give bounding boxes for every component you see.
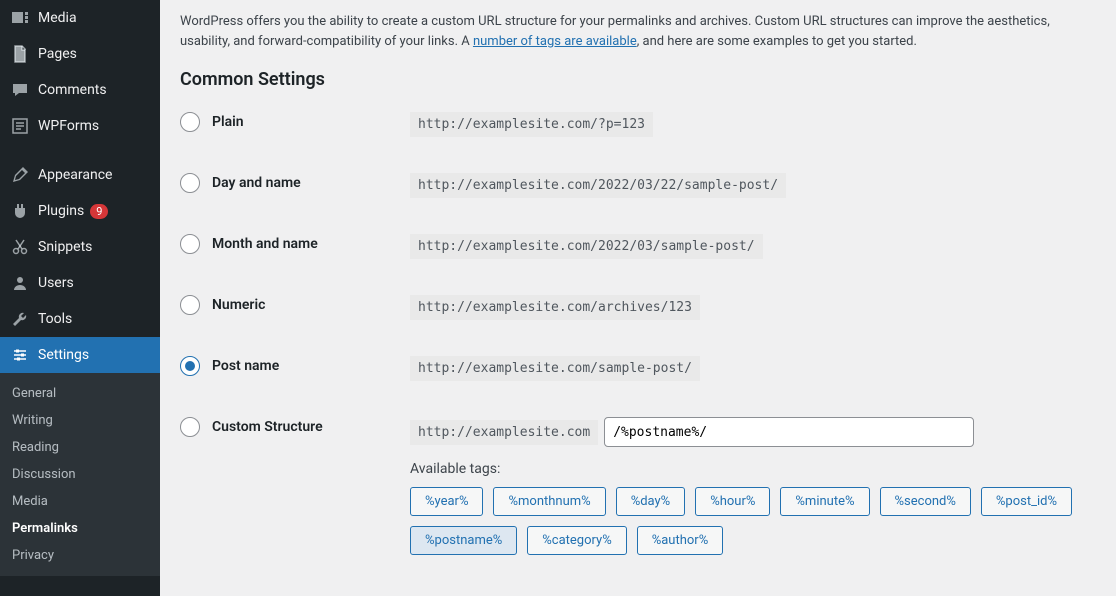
users-icon <box>10 273 30 293</box>
menu-label: Pages <box>38 46 77 62</box>
sidebar-item-users[interactable]: Users <box>0 265 160 301</box>
sidebar-item-comments[interactable]: Comments <box>0 72 160 108</box>
tag-day[interactable]: %day% <box>616 487 686 516</box>
admin-sidebar: Media Pages Comments WPForms Appearance … <box>0 0 160 596</box>
tag-minute[interactable]: %minute% <box>780 487 869 516</box>
sidebar-item-settings[interactable]: Settings <box>0 337 160 373</box>
sidebar-item-appearance[interactable]: Appearance <box>0 156 160 193</box>
tag-year[interactable]: %year% <box>410 487 483 516</box>
submenu-media[interactable]: Media <box>0 488 160 515</box>
tag-post-id[interactable]: %post_id% <box>981 487 1072 516</box>
radio-plain[interactable] <box>180 112 200 132</box>
comments-icon <box>10 80 30 100</box>
sidebar-item-plugins[interactable]: Plugins 9 <box>0 193 160 229</box>
option-label-month-name: Month and name <box>212 236 318 252</box>
sidebar-item-tools[interactable]: Tools <box>0 301 160 337</box>
menu-label: Media <box>38 10 77 26</box>
wpforms-icon <box>10 116 30 136</box>
tags-help-link[interactable]: number of tags are available <box>473 34 637 49</box>
tag-second[interactable]: %second% <box>880 487 971 516</box>
option-label-day-name: Day and name <box>212 175 301 191</box>
settings-submenu: General Writing Reading Discussion Media… <box>0 373 160 576</box>
common-settings-heading: Common Settings <box>180 69 1096 90</box>
tag-monthnum[interactable]: %monthnum% <box>493 487 605 516</box>
menu-label: Users <box>38 275 74 291</box>
option-label-numeric: Numeric <box>212 297 265 313</box>
tag-postname[interactable]: %postname% <box>410 526 517 555</box>
pages-icon <box>10 44 30 64</box>
custom-structure-input[interactable] <box>604 417 974 447</box>
option-label-custom: Custom Structure <box>212 419 323 435</box>
menu-label: Settings <box>38 347 89 363</box>
menu-label: Appearance <box>38 167 112 183</box>
menu-label: WPForms <box>38 118 99 134</box>
example-day-name: http://examplesite.com/2022/03/22/sample… <box>410 173 786 198</box>
sidebar-item-snippets[interactable]: Snippets <box>0 229 160 265</box>
page-description: WordPress offers you the ability to crea… <box>180 12 1096 51</box>
plugins-icon <box>10 201 30 221</box>
example-numeric: http://examplesite.com/archives/123 <box>410 295 700 320</box>
tag-category[interactable]: %category% <box>527 526 626 555</box>
menu-label: Plugins <box>38 203 84 219</box>
available-tags: %year% %monthnum% %day% %hour% %minute% … <box>410 487 1096 555</box>
submenu-privacy[interactable]: Privacy <box>0 542 160 569</box>
plugins-update-badge: 9 <box>90 204 108 219</box>
sidebar-item-wpforms[interactable]: WPForms <box>0 108 160 144</box>
submenu-general[interactable]: General <box>0 380 160 407</box>
settings-icon <box>10 345 30 365</box>
appearance-icon <box>10 165 30 185</box>
radio-post-name[interactable] <box>180 356 200 376</box>
sidebar-item-pages[interactable]: Pages <box>0 36 160 72</box>
main-content: WordPress offers you the ability to crea… <box>160 0 1116 596</box>
option-label-post-name: Post name <box>212 358 279 374</box>
menu-label: Snippets <box>38 239 92 255</box>
radio-day-name[interactable] <box>180 173 200 193</box>
available-tags-label: Available tags: <box>410 461 1096 477</box>
submenu-writing[interactable]: Writing <box>0 407 160 434</box>
example-plain: http://examplesite.com/?p=123 <box>410 112 653 137</box>
tag-author[interactable]: %author% <box>637 526 724 555</box>
snippets-icon <box>10 237 30 257</box>
submenu-reading[interactable]: Reading <box>0 434 160 461</box>
menu-label: Comments <box>38 82 107 98</box>
media-icon <box>10 8 30 28</box>
sidebar-item-media[interactable]: Media <box>0 0 160 36</box>
tag-hour[interactable]: %hour% <box>695 487 770 516</box>
submenu-permalinks[interactable]: Permalinks <box>0 515 160 542</box>
tools-icon <box>10 309 30 329</box>
radio-custom[interactable] <box>180 417 200 437</box>
radio-numeric[interactable] <box>180 295 200 315</box>
example-month-name: http://examplesite.com/2022/03/sample-po… <box>410 234 763 259</box>
example-post-name: http://examplesite.com/sample-post/ <box>410 356 700 381</box>
submenu-discussion[interactable]: Discussion <box>0 461 160 488</box>
custom-prefix: http://examplesite.com <box>410 420 598 445</box>
radio-month-name[interactable] <box>180 234 200 254</box>
menu-label: Tools <box>38 311 72 327</box>
option-label-plain: Plain <box>212 114 244 130</box>
